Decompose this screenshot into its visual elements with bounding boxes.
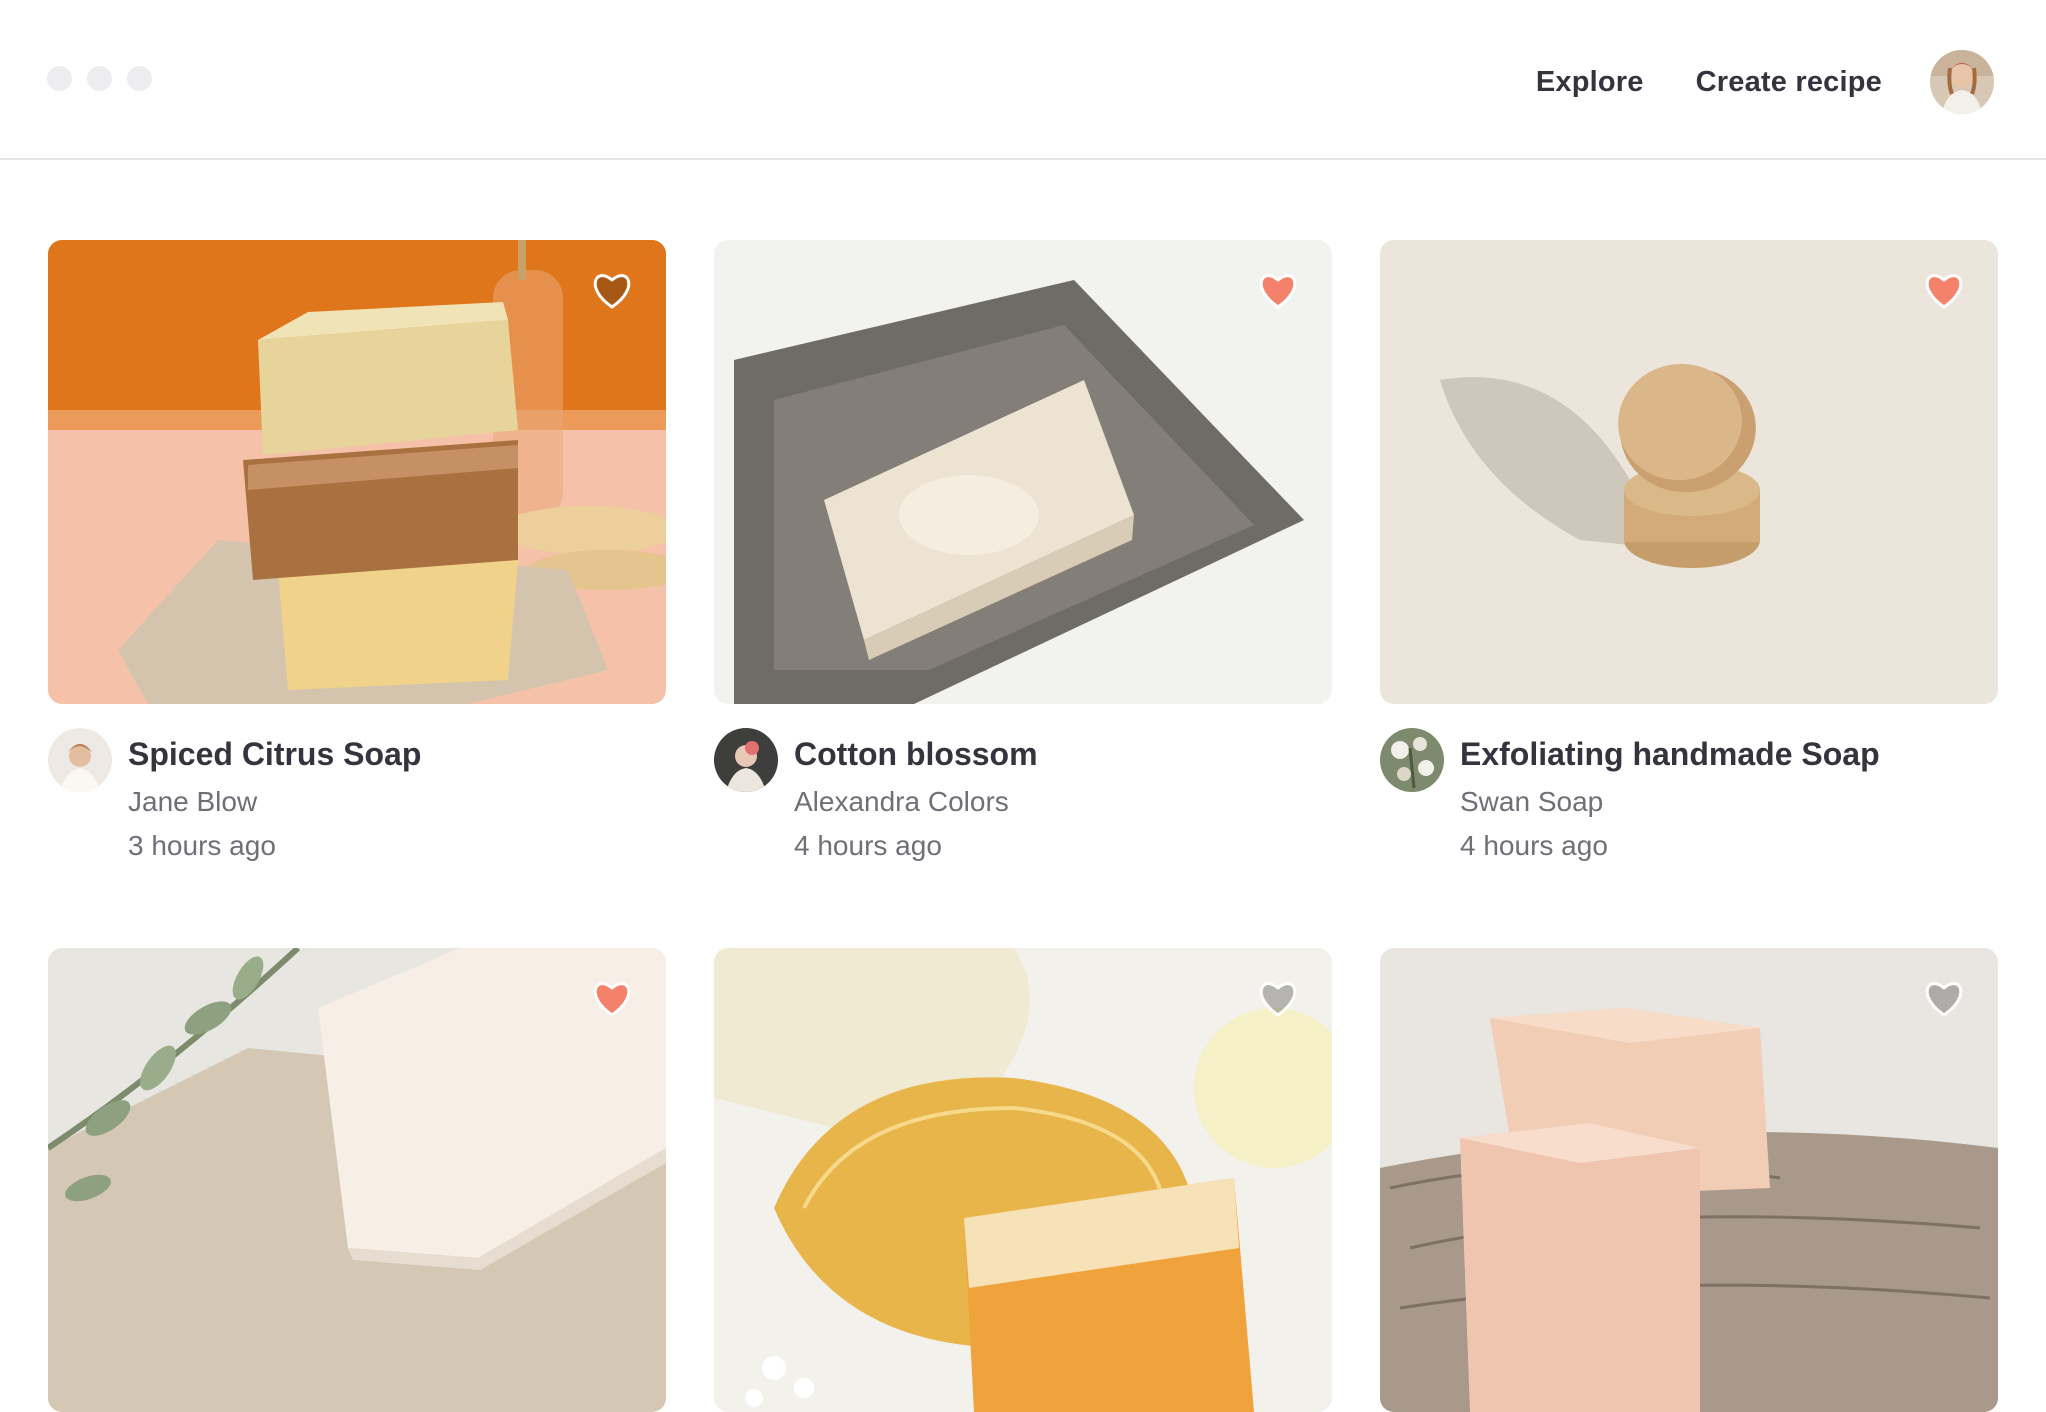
recipe-meta: Exfoliating handmade Soap Swan Soap 4 ho… — [1380, 728, 1998, 868]
recipe-card[interactable] — [48, 948, 666, 1412]
window-controls — [47, 66, 152, 91]
recipe-timestamp: 4 hours ago — [1460, 830, 1608, 861]
recipe-grid: Spiced Citrus Soap Jane Blow 3 hours ago — [48, 240, 2000, 1412]
recipe-meta: Cotton blossom Alexandra Colors 4 hours … — [714, 728, 1332, 868]
recipe-title[interactable]: Exfoliating handmade Soap — [1460, 734, 1880, 774]
window-close-button[interactable] — [47, 66, 72, 91]
recipe-image[interactable] — [48, 948, 666, 1412]
recipe-author[interactable]: Jane Blow — [128, 784, 421, 820]
recipe-image[interactable] — [714, 240, 1332, 704]
heart-icon[interactable] — [1922, 270, 1966, 310]
heart-icon[interactable] — [1256, 978, 1300, 1018]
recipe-timestamp: 3 hours ago — [128, 830, 276, 861]
recipe-image[interactable] — [48, 240, 666, 704]
heart-icon[interactable] — [1256, 270, 1300, 310]
window-maximize-button[interactable] — [127, 66, 152, 91]
recipe-title[interactable]: Cotton blossom — [794, 734, 1038, 774]
recipe-image[interactable] — [1380, 240, 1998, 704]
recipe-card[interactable] — [1380, 948, 1998, 1412]
recipe-author[interactable]: Alexandra Colors — [794, 784, 1038, 820]
recipe-timestamp: 4 hours ago — [794, 830, 942, 861]
main-nav: Explore Create recipe — [1536, 50, 1994, 114]
recipe-card[interactable]: Exfoliating handmade Soap Swan Soap 4 ho… — [1380, 240, 1998, 868]
recipe-title[interactable]: Spiced Citrus Soap — [128, 734, 421, 774]
recipe-card[interactable]: Spiced Citrus Soap Jane Blow 3 hours ago — [48, 240, 666, 868]
heart-icon[interactable] — [590, 270, 634, 310]
author-avatar[interactable] — [48, 728, 112, 792]
recipe-image[interactable] — [1380, 948, 1998, 1412]
recipe-card[interactable]: Cotton blossom Alexandra Colors 4 hours … — [714, 240, 1332, 868]
recipe-card[interactable] — [714, 948, 1332, 1412]
top-bar: Explore Create recipe — [0, 0, 2046, 160]
recipe-image[interactable] — [714, 948, 1332, 1412]
window-minimize-button[interactable] — [87, 66, 112, 91]
heart-icon[interactable] — [590, 978, 634, 1018]
recipe-meta: Spiced Citrus Soap Jane Blow 3 hours ago — [48, 728, 666, 868]
nav-explore-link[interactable]: Explore — [1536, 66, 1644, 99]
user-avatar[interactable] — [1930, 50, 1994, 114]
nav-create-recipe-link[interactable]: Create recipe — [1696, 66, 1882, 99]
heart-icon[interactable] — [1922, 978, 1966, 1018]
author-avatar[interactable] — [1380, 728, 1444, 792]
recipe-author[interactable]: Swan Soap — [1460, 784, 1880, 820]
author-avatar[interactable] — [714, 728, 778, 792]
